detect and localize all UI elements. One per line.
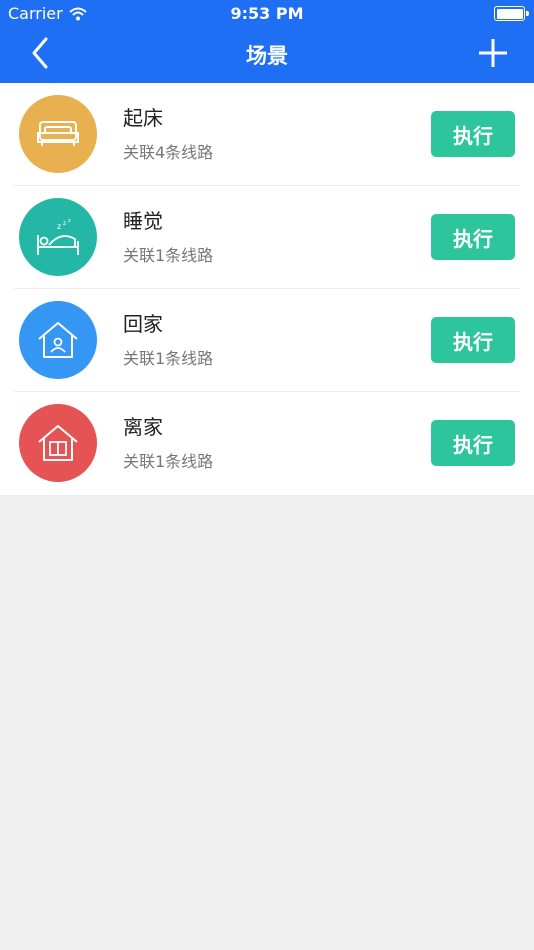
status-time: 9:53 PM <box>230 4 304 23</box>
battery-icon <box>494 6 529 21</box>
svg-text:z: z <box>57 222 61 231</box>
execute-button[interactable]: 执行 <box>431 420 515 466</box>
svg-text:z: z <box>68 218 71 224</box>
scene-description: 关联4条线路 <box>123 143 214 162</box>
home-person-icon <box>38 322 78 358</box>
execute-button[interactable]: 执行 <box>431 111 515 157</box>
scene-name: 起床 <box>123 106 163 130</box>
scene-avatar <box>19 95 97 173</box>
scene-avatar <box>19 404 97 482</box>
scene-avatar: z z z <box>19 198 97 276</box>
execute-button[interactable]: 执行 <box>431 317 515 363</box>
scene-row-come-home[interactable]: 回家 关联1条线路 执行 <box>0 289 534 392</box>
scene-name: 睡觉 <box>123 209 163 233</box>
add-scene-button[interactable] <box>477 36 509 70</box>
page-title: 场景 <box>246 44 288 68</box>
scene-description: 关联1条线路 <box>123 246 214 265</box>
scene-row-leave-home[interactable]: 离家 关联1条线路 执行 <box>0 392 534 495</box>
sleep-bed-icon: z z z <box>37 218 79 255</box>
execute-button[interactable]: 执行 <box>431 214 515 260</box>
scene-list: 起床 关联4条线路 执行 z z z 睡觉 关联1条线路 执行 回家 关联1条线… <box>0 83 534 495</box>
status-bar: Carrier 9:53 PM <box>0 0 534 28</box>
home-door-icon <box>38 425 78 461</box>
scene-row-wake-up[interactable]: 起床 关联4条线路 执行 <box>0 83 534 186</box>
sofa-icon <box>37 121 79 146</box>
svg-text:z: z <box>63 220 66 227</box>
scene-name: 离家 <box>123 415 163 439</box>
navigation-bar: Carrier 9:53 PM 场景 <box>0 0 534 83</box>
scene-row-sleep[interactable]: z z z 睡觉 关联1条线路 执行 <box>0 186 534 289</box>
scene-description: 关联1条线路 <box>123 452 214 471</box>
scene-name: 回家 <box>123 312 163 336</box>
scene-avatar <box>19 301 97 379</box>
scene-description: 关联1条线路 <box>123 349 214 368</box>
